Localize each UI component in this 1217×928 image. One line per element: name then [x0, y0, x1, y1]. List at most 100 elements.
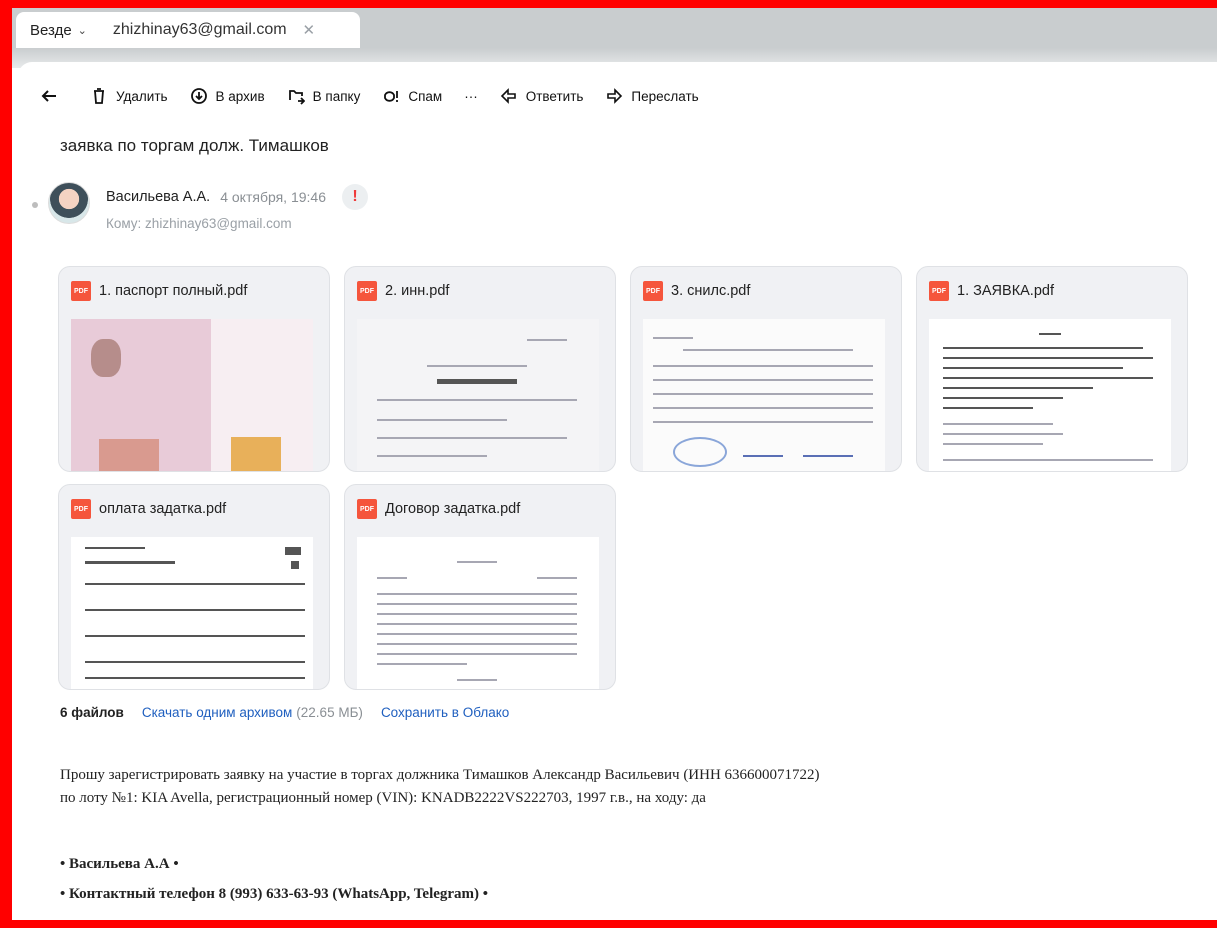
forward-label: Переслать	[631, 88, 699, 104]
attachment-card[interactable]: PDF 1. паспорт полный.pdf	[58, 266, 330, 472]
preview-line	[943, 377, 1153, 379]
preview-box	[285, 547, 301, 555]
preview-line	[85, 609, 305, 611]
preview-heading	[437, 379, 517, 384]
search-chip[interactable]: Везде ⌄ zhizhinay63@gmail.com ✕	[16, 12, 360, 48]
stamp-icon	[673, 437, 727, 467]
preview-line	[943, 367, 1123, 369]
preview-line	[653, 337, 693, 339]
body-line: Прошу зарегистрировать заявку на участие…	[60, 767, 820, 783]
important-icon[interactable]: !	[341, 184, 368, 210]
spam-label: Спам	[408, 88, 443, 104]
attachment-name: 2. инн.pdf	[385, 283, 450, 299]
passport-stamp	[99, 439, 159, 471]
attachment-name: 1. паспорт полный.pdf	[99, 283, 248, 299]
signature-icon	[743, 443, 783, 457]
pdf-icon: PDF	[929, 281, 949, 301]
signature-icon	[803, 443, 853, 457]
search-scope-dropdown[interactable]: Везде ⌄	[30, 22, 87, 39]
preview-line	[943, 423, 1053, 425]
preview-line	[527, 339, 567, 341]
preview-line	[943, 397, 1063, 399]
search-bar: Везде ⌄ zhizhinay63@gmail.com ✕	[12, 8, 1217, 48]
attachment-card[interactable]: PDF 3. снилс.pdf	[630, 266, 902, 472]
message-subject: заявка по торгам долж. Тимашков	[60, 136, 329, 155]
message-toolbar: Удалить В архив В папку Спам ··· Ответит…	[40, 76, 721, 116]
download-archive-link[interactable]: Скачать одним архивом	[142, 705, 292, 720]
pdf-icon: PDF	[71, 281, 91, 301]
signature-line: • Васильева А.А •	[60, 856, 179, 872]
folder-move-icon	[288, 90, 305, 105]
attachment-name: 1. ЗАЯВКА.pdf	[957, 283, 1054, 299]
attachment-card[interactable]: PDF Договор задатка.pdf	[344, 484, 616, 690]
attachment-preview	[929, 319, 1171, 471]
trash-icon	[94, 88, 104, 104]
move-to-folder-label: В папку	[312, 88, 361, 104]
archive-label: В архив	[215, 88, 265, 104]
preview-heading	[85, 561, 175, 564]
preview-line	[653, 407, 873, 409]
mail-window: Везде ⌄ zhizhinay63@gmail.com ✕ Удалить …	[12, 8, 1217, 920]
attachment-preview	[357, 537, 599, 689]
message-body: Прошу зарегистрировать заявку на участие…	[60, 764, 820, 810]
search-scope-label: Везде	[30, 21, 72, 39]
clear-search-icon[interactable]: ✕	[303, 21, 316, 39]
preview-heading	[457, 561, 497, 563]
pdf-icon: PDF	[357, 281, 377, 301]
delete-label: Удалить	[116, 88, 168, 104]
arrow-left-icon	[41, 90, 56, 102]
preview-box	[291, 561, 299, 569]
forward-button[interactable]: Переслать	[605, 87, 699, 105]
more-button[interactable]: ···	[464, 89, 478, 104]
spam-button[interactable]: Спам	[382, 87, 442, 105]
preview-line	[85, 677, 305, 679]
preview-line	[943, 459, 1153, 461]
forward-icon	[607, 88, 623, 104]
reply-icon	[500, 88, 516, 104]
sender-line: Васильева А.А. 4 октября, 19:46 !	[106, 184, 368, 210]
archive-button[interactable]: В архив	[190, 87, 265, 105]
avatar[interactable]	[48, 182, 90, 224]
preview-line	[377, 419, 507, 421]
preview-line	[653, 393, 873, 395]
preview-line	[537, 577, 577, 579]
reply-label: Ответить	[525, 88, 584, 104]
preview-line	[943, 407, 1033, 409]
attachment-preview	[643, 319, 885, 471]
preview-line	[377, 437, 567, 439]
preview-line	[653, 365, 873, 367]
preview-line	[377, 633, 577, 635]
preview-line	[683, 349, 853, 351]
preview-line	[377, 577, 407, 579]
delete-button[interactable]: Удалить	[90, 87, 168, 105]
preview-line	[943, 443, 1043, 445]
attachment-name: оплата задатка.pdf	[99, 501, 227, 517]
preview-line	[377, 653, 577, 655]
preview-line	[943, 347, 1143, 349]
attachment-name: 3. снилс.pdf	[671, 283, 751, 299]
pdf-icon: PDF	[71, 499, 91, 519]
reply-button[interactable]: Ответить	[500, 87, 584, 105]
preview-heading	[1039, 333, 1061, 335]
preview-line	[427, 365, 527, 367]
attachment-card[interactable]: PDF 1. ЗАЯВКА.pdf	[916, 266, 1188, 472]
sender-name[interactable]: Васильева А.А.	[106, 189, 210, 205]
preview-line	[85, 635, 305, 637]
attachment-preview	[71, 319, 313, 471]
preview-line	[377, 613, 577, 615]
attachment-card[interactable]: PDF 2. инн.pdf	[344, 266, 616, 472]
message-panel: Удалить В архив В папку Спам ··· Ответит…	[18, 62, 1217, 920]
message-date: 4 октября, 19:46	[220, 189, 326, 205]
preview-line	[377, 399, 577, 401]
recipient-line[interactable]: Кому: zhizhinay63@gmail.com	[106, 216, 292, 231]
attachment-preview	[71, 537, 313, 689]
save-to-cloud-link[interactable]: Сохранить в Облако	[381, 705, 509, 720]
back-button[interactable]	[40, 87, 58, 105]
preview-line	[457, 679, 497, 681]
preview-line	[377, 643, 577, 645]
search-query[interactable]: zhizhinay63@gmail.com	[113, 21, 287, 39]
passport-emblem-icon	[91, 339, 121, 377]
move-to-folder-button[interactable]: В папку	[287, 87, 361, 105]
unread-dot-icon[interactable]	[32, 202, 38, 208]
attachment-card[interactable]: PDF оплата задатка.pdf	[58, 484, 330, 690]
